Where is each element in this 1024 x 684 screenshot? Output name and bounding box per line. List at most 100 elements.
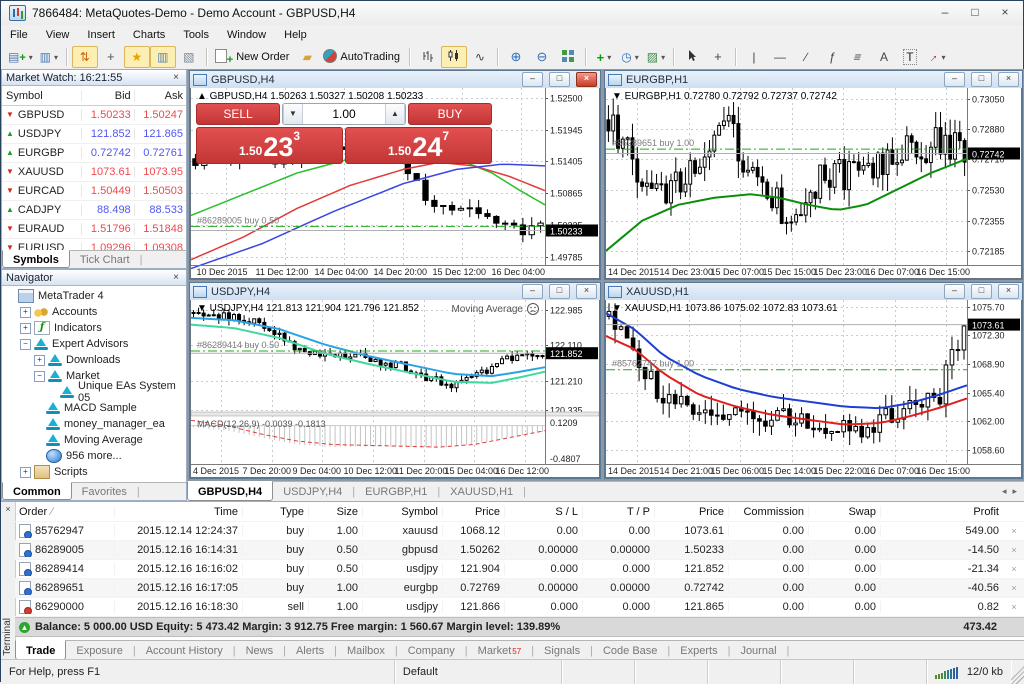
orders-column-time[interactable]: Time bbox=[115, 505, 243, 518]
chart-tab-xauusd-h1[interactable]: XAUUSD,H1 bbox=[440, 482, 523, 501]
chart-canvas-xauusd[interactable]: 14 Dec 2015 14 Dec 21:00 15 Dec 06:00 15 De… bbox=[605, 300, 1021, 477]
market-watch-button[interactable]: ⇅ bbox=[71, 46, 98, 68]
orders-column-swap[interactable]: Swap bbox=[809, 505, 881, 518]
dropdown-caret-icon[interactable]: ▾ bbox=[635, 53, 639, 62]
order-row-85762947[interactable]: 85762947 2015.12.14 12:24:37 buy 1.00 xauusd… bbox=[15, 522, 1024, 541]
text-button[interactable]: A bbox=[871, 46, 897, 68]
chart-window-titlebar[interactable]: GBPUSD,H4 – □ × bbox=[190, 71, 600, 89]
menu-help[interactable]: Help bbox=[275, 27, 316, 43]
tab-common[interactable]: Common bbox=[2, 482, 72, 500]
chart-minimize-button[interactable]: – bbox=[944, 284, 965, 299]
orders-column-type[interactable]: Type bbox=[243, 505, 309, 518]
orders-column-price[interactable]: Price bbox=[443, 505, 505, 518]
tab-tick-chart[interactable]: Tick Chart bbox=[70, 251, 140, 268]
close-order-icon[interactable]: × bbox=[1003, 602, 1024, 612]
styler-button[interactable]: ▰ bbox=[294, 46, 320, 68]
order-row-86289005[interactable]: 86289005 2015.12.16 16:14:31 buy 0.50 gbpusd… bbox=[15, 541, 1024, 560]
chart-close-button[interactable]: × bbox=[576, 72, 597, 87]
tree-item-expert-advisors[interactable]: − Expert Advisors bbox=[2, 336, 186, 352]
terminal-tab-exposure[interactable]: Exposure bbox=[66, 641, 132, 660]
chart-minimize-button[interactable]: – bbox=[522, 72, 543, 87]
sell-price-button[interactable]: 1.50 23 3 bbox=[196, 127, 343, 164]
orders-column-commission[interactable]: Commission bbox=[729, 505, 809, 518]
channel-button[interactable]: ≡ bbox=[845, 46, 871, 68]
horizontal-line-button[interactable]: — bbox=[767, 46, 793, 68]
chart-close-button[interactable]: × bbox=[998, 284, 1019, 299]
chart-window-titlebar[interactable]: XAUUSD,H1 – □ × bbox=[605, 283, 1022, 301]
chart-window-titlebar[interactable]: EURGBP,H1 – □ × bbox=[605, 71, 1022, 89]
data-window-button[interactable]: + bbox=[98, 46, 124, 68]
tree-expander-icon[interactable]: − bbox=[20, 338, 31, 350]
orders-column-order[interactable]: Order ∕ bbox=[15, 505, 115, 518]
menu-file[interactable]: File bbox=[1, 27, 37, 43]
resize-grip[interactable] bbox=[1011, 660, 1024, 684]
terminal-tab-mailbox[interactable]: Mailbox bbox=[337, 641, 395, 660]
tree-item-metatrader-4[interactable]: MetaTrader 4 bbox=[2, 288, 186, 304]
zoom-out-button[interactable]: ⊖ bbox=[529, 46, 555, 68]
minimize-button[interactable]: – bbox=[931, 4, 959, 22]
chart-close-button[interactable]: × bbox=[998, 72, 1019, 87]
market-watch-row-euraud[interactable]: ▼ EURAUD 1.51796 1.51848 bbox=[2, 220, 186, 239]
orders-column-profit[interactable]: Profit bbox=[881, 506, 1003, 518]
tree-item-scripts[interactable]: + Scripts bbox=[2, 464, 186, 480]
tree-item-accounts[interactable]: + Accounts bbox=[2, 304, 186, 320]
indicators-button[interactable]: + ▾ bbox=[591, 46, 617, 68]
status-profile[interactable]: Default bbox=[395, 660, 562, 684]
tree-expander-icon[interactable]: + bbox=[20, 306, 31, 318]
periods-button[interactable]: ◷ ▾ bbox=[617, 46, 643, 68]
terminal-tab-company[interactable]: Company bbox=[398, 641, 465, 660]
dropdown-caret-icon[interactable]: ▾ bbox=[941, 53, 945, 62]
chart-window-titlebar[interactable]: USDJPY,H4 – □ × bbox=[190, 283, 600, 301]
chart-restore-button[interactable]: □ bbox=[549, 72, 570, 87]
arrows-button[interactable]: → ▾ bbox=[923, 46, 949, 68]
menu-charts[interactable]: Charts bbox=[124, 27, 174, 43]
menu-view[interactable]: View bbox=[37, 27, 79, 43]
navigator-close-icon[interactable]: × bbox=[170, 272, 182, 283]
market-watch-row-usdjpy[interactable]: ▲ USDJPY 121.852 121.865 bbox=[2, 125, 186, 144]
close-order-icon[interactable]: × bbox=[1003, 526, 1024, 536]
close-order-icon[interactable]: × bbox=[1003, 583, 1024, 593]
terminal-tab-journal[interactable]: Journal bbox=[730, 641, 786, 660]
tree-item-money-manager-ea[interactable]: money_manager_ea bbox=[2, 416, 186, 432]
tab-favorites[interactable]: Favorites bbox=[72, 483, 137, 500]
strategy-tester-button[interactable]: ▧ bbox=[176, 46, 202, 68]
scroll-left-icon[interactable]: ◂ bbox=[1002, 486, 1007, 497]
close-order-icon[interactable]: × bbox=[1003, 545, 1024, 555]
orders-column-symbol[interactable]: Symbol bbox=[363, 505, 443, 518]
chart-canvas-eurgbp[interactable]: 14 Dec 2015 14 Dec 23:00 15 Dec 07:00 15 De… bbox=[605, 88, 1021, 278]
autotrading-button[interactable]: AutoTrading bbox=[320, 46, 405, 68]
new-order-button[interactable]: + New Order bbox=[212, 46, 295, 68]
terminal-tab-signals[interactable]: Signals bbox=[534, 641, 590, 660]
bar-chart-button[interactable] bbox=[415, 46, 441, 68]
buy-button[interactable]: BUY bbox=[408, 103, 492, 125]
candlestick-button[interactable] bbox=[440, 46, 467, 68]
dropdown-caret-icon[interactable]: ▾ bbox=[54, 53, 58, 62]
chart-tab-usdjpy-h4[interactable]: USDJPY,H4 bbox=[273, 482, 352, 501]
trendline-button[interactable]: ∕ bbox=[793, 46, 819, 68]
column-header[interactable]: Symbol bbox=[2, 89, 83, 102]
tree-item-956-more-[interactable]: 956 more... bbox=[2, 448, 186, 464]
chart-close-button[interactable]: × bbox=[576, 284, 597, 299]
menu-window[interactable]: Window bbox=[218, 27, 275, 43]
market-watch-row-eurcad[interactable]: ▼ EURCAD 1.50449 1.50503 bbox=[2, 182, 186, 201]
volume-decrease-button[interactable]: ▼ bbox=[283, 104, 303, 124]
orders-column-size[interactable]: Size bbox=[309, 505, 363, 518]
text-label-button[interactable]: T bbox=[897, 46, 923, 68]
dropdown-caret-icon[interactable]: ▾ bbox=[607, 53, 611, 62]
dropdown-caret-icon[interactable]: ▾ bbox=[661, 53, 665, 62]
menu-tools[interactable]: Tools bbox=[174, 27, 218, 43]
menu-insert[interactable]: Insert bbox=[78, 27, 124, 43]
tree-item-unique-eas-system-05[interactable]: Unique EAs System 05 bbox=[2, 380, 186, 404]
order-row-86289651[interactable]: 86289651 2015.12.16 16:17:05 buy 1.00 eurgbp… bbox=[15, 579, 1024, 598]
orders-table-header[interactable]: Order ∕ Time Type Size Symbol Price S / LT / P… bbox=[15, 502, 1024, 522]
market-watch-row-xauusd[interactable]: ▼ XAUUSD 1073.61 1073.95 bbox=[2, 163, 186, 182]
tree-expander-icon[interactable]: + bbox=[20, 322, 31, 334]
tree-item-indicators[interactable]: + ƒ Indicators bbox=[2, 320, 186, 336]
market-watch-close-icon[interactable]: × bbox=[170, 72, 182, 83]
chart-restore-button[interactable]: □ bbox=[549, 284, 570, 299]
maximize-button[interactable]: □ bbox=[961, 4, 989, 22]
dropdown-caret-icon[interactable]: ▾ bbox=[29, 53, 33, 62]
orders-column-s-l[interactable]: S / L bbox=[505, 505, 583, 518]
market-watch-row-gbpusd[interactable]: ▼ GBPUSD 1.50233 1.50247 bbox=[2, 106, 186, 125]
chart-tab-gbpusd-h4[interactable]: GBPUSD,H4 bbox=[187, 481, 274, 501]
